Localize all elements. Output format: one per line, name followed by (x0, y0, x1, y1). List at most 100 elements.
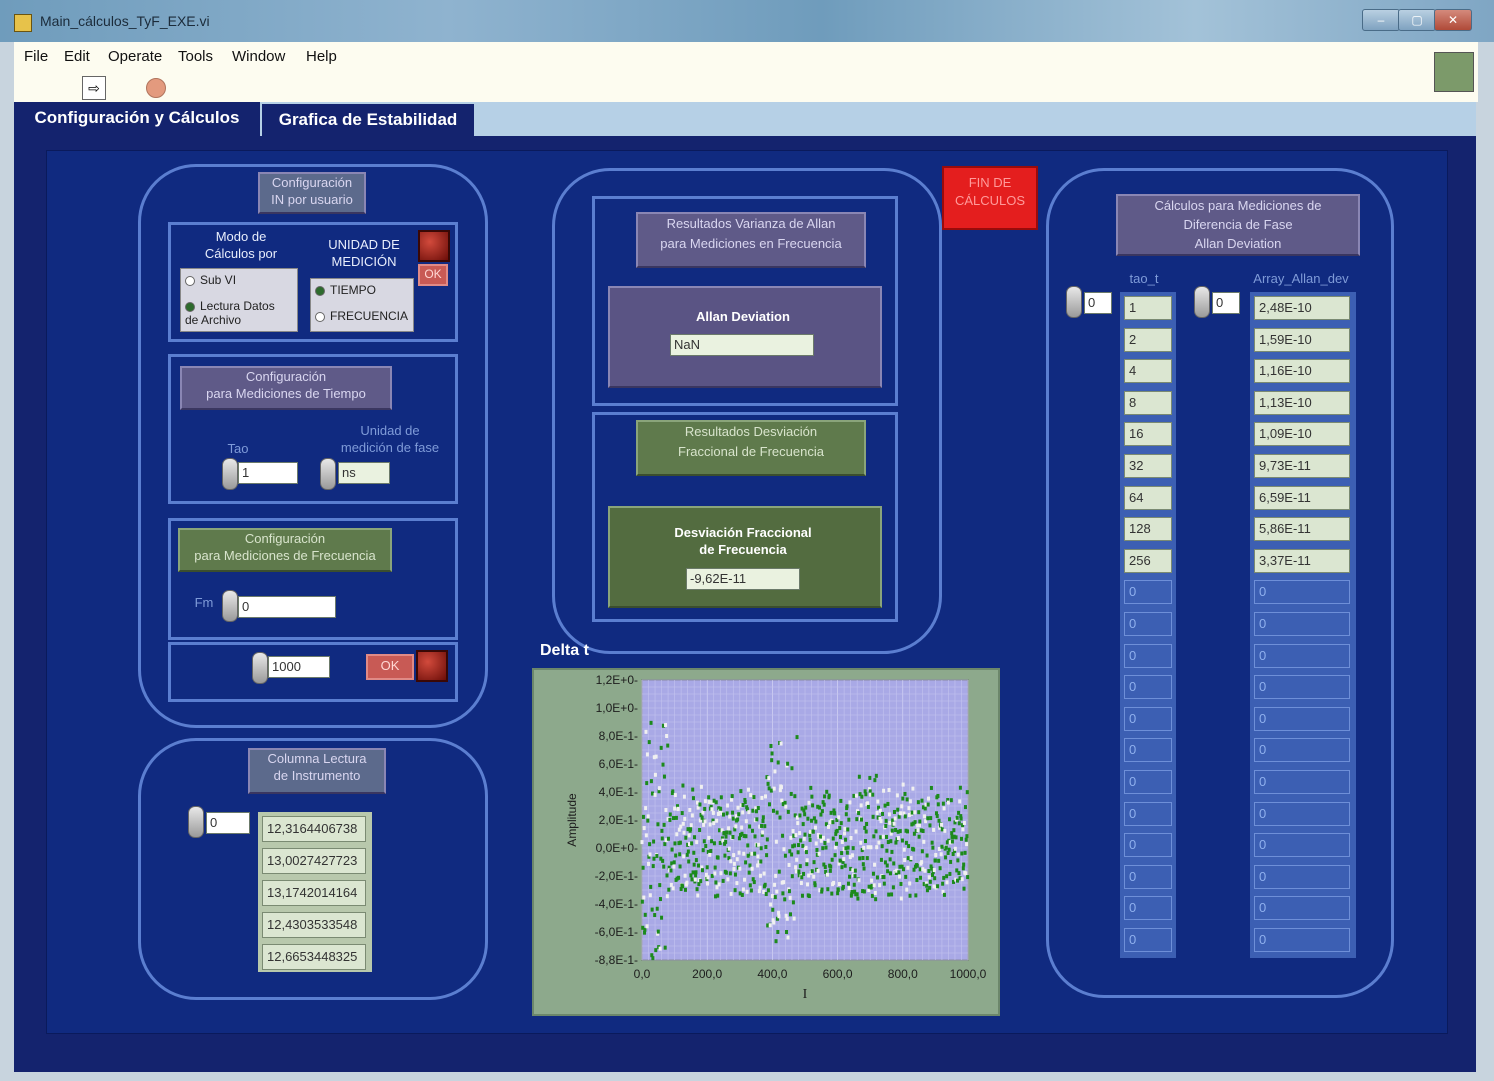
allan-dev-cell[interactable]: 9,73E-11 (1254, 454, 1350, 478)
columna-value[interactable]: 13,0027427723 (262, 848, 366, 874)
fm-spinner[interactable] (222, 590, 238, 622)
tab-grafica[interactable]: Grafica de Estabilidad (262, 104, 474, 136)
columna-header-button[interactable]: Columna Lectura de Instrumento (248, 748, 386, 794)
delta-t-graph[interactable]: 1,2E+0- 1,0E+0- 8,0E-1- 6,0E-1- 4,0E-1- 2,0E-… (532, 668, 998, 1014)
columna-value[interactable]: 13,1742014164 (262, 880, 366, 906)
unidad-radio-group[interactable]: TIEMPO FRECUENCIA (310, 278, 414, 332)
run-led[interactable] (416, 650, 448, 682)
tao-t-index-input[interactable]: 0 (1084, 292, 1112, 314)
abort-icon[interactable] (146, 78, 166, 98)
unidad-option-frecuencia[interactable]: FRECUENCIA (315, 309, 408, 323)
tao-t-cell[interactable]: 0 (1124, 738, 1172, 763)
run-ok-button[interactable]: OK (366, 654, 414, 680)
tao-t-cell[interactable]: 1 (1124, 296, 1172, 320)
allan-dev-cell[interactable]: 1,16E-10 (1254, 359, 1350, 384)
modo-radio-group[interactable]: Sub VI Lectura Datos de Archivo (180, 268, 298, 332)
tao-t-cell[interactable]: 0 (1124, 896, 1172, 921)
allan-dev-cell[interactable]: 0 (1254, 896, 1350, 921)
data-point (879, 819, 883, 824)
tao-t-cell[interactable]: 0 (1124, 801, 1172, 826)
menu-edit[interactable]: Edit (64, 48, 90, 65)
allan-dev-cell[interactable]: 1,09E-10 (1254, 422, 1350, 447)
tao-t-cell[interactable]: 128 (1124, 517, 1172, 542)
allan-dev-cell[interactable]: 5,86E-11 (1254, 517, 1350, 542)
menu-help[interactable]: Help (306, 48, 337, 65)
allan-dev-cell[interactable]: 1,59E-10 (1254, 327, 1350, 352)
allan-dev-cell[interactable]: 0 (1254, 643, 1350, 668)
allan-dev-index-spinner[interactable] (1194, 286, 1210, 318)
modo-option-archivo[interactable]: Lectura Datos de Archivo (185, 299, 275, 327)
tao-t-cell[interactable]: 0 (1124, 833, 1172, 858)
samples-input[interactable]: 1000 (268, 656, 330, 678)
allan-dev-cell[interactable]: 0 (1254, 738, 1350, 763)
unidad-fase-spinner[interactable] (320, 458, 336, 490)
tao-t-cell[interactable]: 0 (1124, 580, 1172, 605)
tao-t-cell[interactable]: 0 (1124, 706, 1172, 731)
tao-t-cell[interactable]: 0 (1124, 864, 1172, 889)
fm-input[interactable]: 0 (238, 596, 336, 618)
tiempo-header-button[interactable]: Configuración para Mediciones de Tiempo (180, 366, 392, 410)
columna-value[interactable]: 12,6653448325 (262, 944, 366, 970)
allan-dev-cell[interactable]: 6,59E-11 (1254, 485, 1350, 510)
data-point (917, 834, 921, 839)
maximize-button[interactable]: ▢ (1398, 9, 1436, 31)
minimize-button[interactable]: – (1362, 9, 1400, 31)
allan-dev-cell[interactable]: 0 (1254, 675, 1350, 700)
allan-dev-cell[interactable]: 0 (1254, 612, 1350, 636)
allan-dev-cell[interactable]: 0 (1254, 928, 1350, 952)
data-point (940, 844, 944, 849)
tao-t-cell[interactable]: 2 (1124, 327, 1172, 352)
allan-dev-cell[interactable]: 3,37E-11 (1254, 548, 1350, 573)
allan-header-button[interactable]: Resultados Varianza de Allan para Medici… (636, 212, 866, 268)
tao-t-cell[interactable]: 256 (1124, 548, 1172, 573)
unidad-option-tiempo[interactable]: TIEMPO (315, 283, 376, 297)
tao-t-cell[interactable]: 0 (1124, 612, 1172, 636)
columna-value[interactable]: 12,4303533548 (262, 912, 366, 938)
allan-dev-cell[interactable]: 0 (1254, 864, 1350, 889)
tab-configuracion[interactable]: Configuración y Cálculos (14, 102, 260, 138)
tao-t-cell[interactable]: 0 (1124, 770, 1172, 794)
tao-t-cell[interactable]: 0 (1124, 675, 1172, 700)
menu-tools[interactable]: Tools (178, 48, 213, 65)
allan-dev-cell[interactable]: 0 (1254, 770, 1350, 794)
menu-window[interactable]: Window (232, 48, 285, 65)
fraccional-header-button[interactable]: Resultados Desviación Fraccional de Frec… (636, 420, 866, 476)
allan-dev-cell[interactable]: 0 (1254, 706, 1350, 731)
samples-spinner[interactable] (252, 652, 268, 684)
tao-input[interactable]: 1 (238, 462, 298, 484)
fin-calculos-button[interactable]: FIN DE CÁLCULOS (942, 166, 1038, 230)
allan-dev-index-input[interactable]: 0 (1212, 292, 1240, 314)
columna-index-spinner[interactable] (188, 806, 204, 838)
unidad-fase-field[interactable]: ns (338, 462, 390, 484)
menu-file[interactable]: File (24, 48, 48, 65)
allan-dev-cell[interactable]: 1,13E-10 (1254, 390, 1350, 415)
tao-t-index-spinner[interactable] (1066, 286, 1082, 318)
tao-t-cell[interactable]: 16 (1124, 422, 1172, 447)
unidad-ok-button[interactable]: OK (418, 264, 448, 286)
tao-spinner[interactable] (222, 458, 238, 490)
data-point (816, 868, 820, 873)
tao-t-cell[interactable]: 4 (1124, 359, 1172, 384)
data-point (698, 827, 702, 832)
unidad-led[interactable] (418, 230, 450, 262)
allan-dev-cell[interactable]: 2,48E-10 (1254, 296, 1350, 320)
run-arrow-icon[interactable]: ⇨ (82, 76, 106, 100)
data-point (710, 839, 714, 844)
tao-t-cell[interactable]: 8 (1124, 390, 1172, 415)
frecuencia-header-button[interactable]: Configuración para Mediciones de Frecuen… (178, 528, 392, 572)
columna-index-input[interactable]: 0 (206, 812, 250, 834)
config-header-button[interactable]: Configuración IN por usuario (258, 172, 366, 214)
tao-t-cell[interactable]: 64 (1124, 485, 1172, 510)
menu-operate[interactable]: Operate (108, 48, 162, 65)
columna-value[interactable]: 12,3164406738 (262, 816, 366, 842)
allan-dev-cell[interactable]: 0 (1254, 801, 1350, 826)
fase-header-button[interactable]: Cálculos para Mediciones de Diferencia d… (1116, 194, 1360, 256)
tao-t-cell[interactable]: 0 (1124, 928, 1172, 952)
tao-t-cell[interactable]: 32 (1124, 454, 1172, 478)
tao-t-cell[interactable]: 0 (1124, 643, 1172, 668)
allan-dev-cell[interactable]: 0 (1254, 580, 1350, 605)
allan-value: NaN (670, 334, 814, 356)
modo-option-subvi[interactable]: Sub VI (185, 273, 236, 287)
close-button[interactable]: ✕ (1434, 9, 1472, 31)
allan-dev-cell[interactable]: 0 (1254, 833, 1350, 858)
